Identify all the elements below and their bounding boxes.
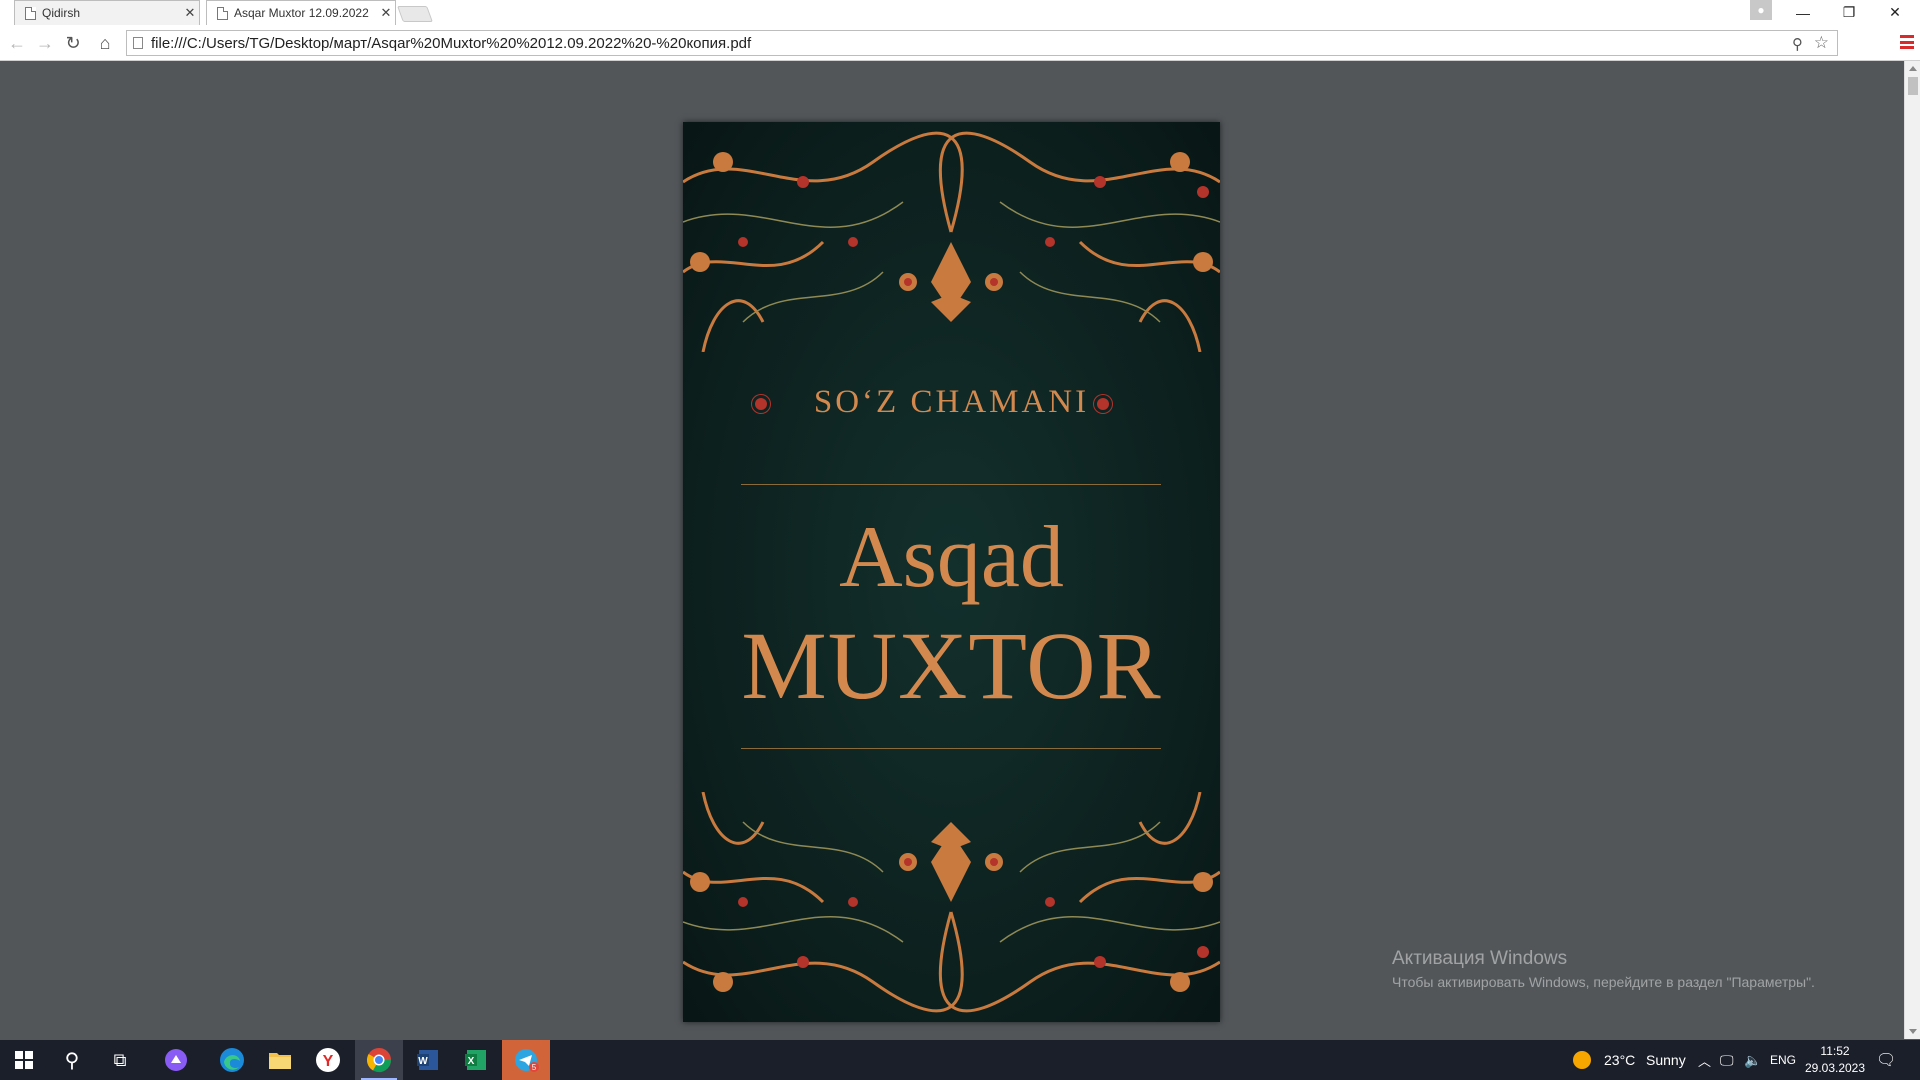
bookmark-star-icon[interactable]: ☆ [1814, 33, 1829, 53]
windows-start-icon[interactable] [0, 1040, 48, 1080]
home-icon[interactable]: ⌂ [92, 30, 118, 56]
tab-qidirsh[interactable]: Qidirsh ✕ [14, 0, 200, 25]
close-icon[interactable]: ✕ [377, 5, 395, 21]
zoom-icon[interactable]: ⚲ [1792, 35, 1803, 53]
rosette-icon [1097, 398, 1109, 410]
file-icon [133, 37, 143, 49]
clock-time: 11:52 [1820, 1044, 1850, 1058]
chevron-up-icon[interactable]: ︿ [1698, 1040, 1711, 1080]
alice-icon[interactable] [152, 1040, 200, 1080]
divider-line [741, 484, 1161, 485]
system-clock[interactable]: 11:52 29.03.2023 [1800, 1043, 1870, 1077]
series-title: SO‘Z CHAMANI [813, 384, 1090, 420]
weather-sun-icon[interactable] [1562, 1040, 1602, 1080]
windows-activation-watermark: Активация Windows Чтобы активировать Win… [1392, 948, 1815, 990]
address-bar[interactable]: file:///C:/Users/TG/Desktop/март/Asqar%2… [126, 30, 1838, 56]
svg-text:X: X [468, 1056, 475, 1067]
svg-text:Y: Y [323, 1053, 334, 1070]
task-view-icon[interactable]: ⧉ [96, 1040, 144, 1080]
tab-asqar-muxtor[interactable]: Asqar Muxtor 12.09.2022 ✕ [206, 0, 396, 25]
page-icon [217, 6, 228, 20]
word-icon[interactable]: W [404, 1040, 452, 1080]
network-icon[interactable]: 🖵 [1720, 1040, 1734, 1080]
scroll-up-icon[interactable] [1909, 66, 1917, 71]
clock-date: 29.03.2023 [1804, 1061, 1866, 1075]
taskbar: ⚲ ⧉ Y W X 5 23°C Sunny ︿ 🖵 🔈 ENG 11:52 2… [0, 1040, 1920, 1080]
svg-text:W: W [418, 1056, 428, 1067]
notification-icon[interactable]: 🗨 [1876, 1040, 1896, 1080]
weather-temp[interactable]: 23°C [1604, 1040, 1635, 1080]
back-arrow-icon[interactable]: ← [4, 30, 30, 56]
profile-icon[interactable]: ● [1750, 0, 1772, 20]
file-explorer-icon[interactable] [256, 1040, 304, 1080]
close-window-button[interactable]: ✕ [1872, 0, 1918, 25]
author-last-name: MUXTOR [741, 612, 1162, 719]
yandex-browser-icon[interactable]: Y [304, 1040, 352, 1080]
search-icon[interactable]: ⚲ [48, 1040, 96, 1080]
telegram-icon[interactable]: 5 [502, 1040, 550, 1080]
divider-line [741, 748, 1161, 749]
chrome-icon[interactable] [355, 1040, 403, 1080]
excel-icon[interactable]: X [452, 1040, 500, 1080]
page-icon [25, 6, 36, 20]
browser-titlebar: Qidirsh ✕ Asqar Muxtor 12.09.2022 ✕ ● — … [0, 0, 1920, 25]
author-first-name: Asqad [839, 509, 1064, 606]
reload-icon[interactable]: ↻ [60, 30, 86, 56]
forward-arrow-icon[interactable]: → [32, 30, 58, 56]
telegram-badge: 5 [532, 1063, 537, 1072]
browser-toolbar: ← → ↻ ⌂ file:///C:/Users/TG/Desktop/март… [0, 25, 1920, 61]
new-tab-button[interactable] [397, 6, 433, 22]
scroll-down-icon[interactable] [1909, 1029, 1917, 1034]
language-indicator[interactable]: ENG [1770, 1040, 1796, 1080]
tab-label: Qidirsh [42, 6, 81, 20]
ornament-bottom [683, 792, 1220, 1013]
pdf-page-cover: SO‘Z CHAMANI Asqad MUXTOR [683, 122, 1220, 1022]
close-icon[interactable]: ✕ [181, 5, 199, 21]
vertical-scrollbar[interactable] [1904, 61, 1920, 1039]
activation-subtitle: Чтобы активировать Windows, перейдите в … [1392, 974, 1815, 990]
minimize-button[interactable]: — [1780, 0, 1826, 25]
url-text: file:///C:/Users/TG/Desktop/март/Asqar%2… [151, 34, 752, 52]
ornament-top [683, 131, 1220, 352]
menu-icon[interactable] [1900, 35, 1914, 49]
activation-title: Активация Windows [1392, 948, 1568, 969]
volume-icon[interactable]: 🔈 [1744, 1040, 1761, 1080]
restore-button[interactable]: ❐ [1826, 0, 1872, 25]
tab-label: Asqar Muxtor 12.09.2022 [234, 6, 369, 20]
edge-icon[interactable] [208, 1040, 256, 1080]
scroll-thumb[interactable] [1908, 77, 1918, 95]
weather-condition[interactable]: Sunny [1646, 1040, 1686, 1080]
